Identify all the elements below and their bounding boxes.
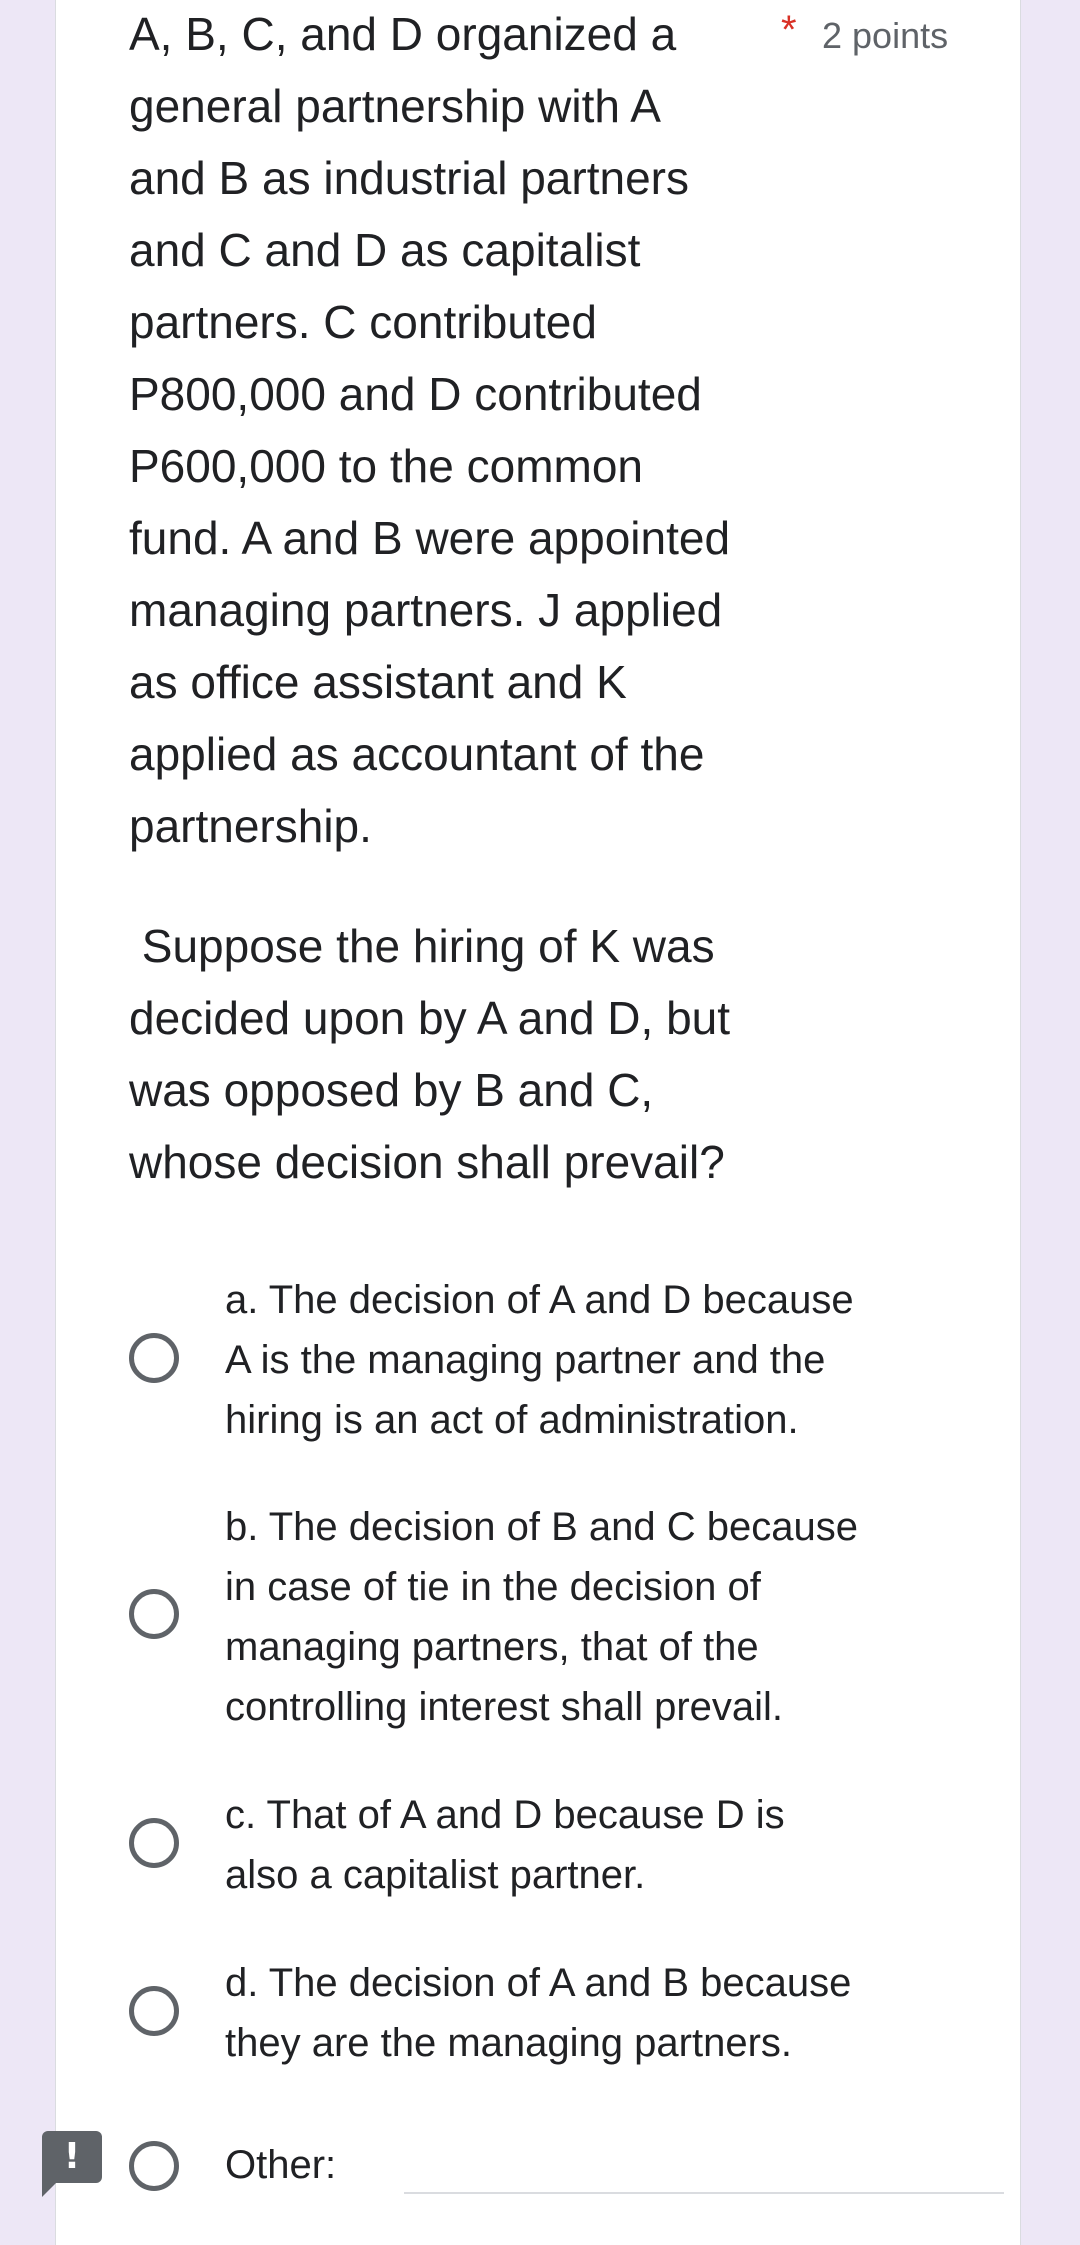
option-d-label: d. The decision of A and B because they …	[225, 1961, 852, 2065]
feedback-alert-icon[interactable]: !	[42, 2131, 102, 2197]
exclamation-icon: !	[63, 2136, 81, 2177]
option-other-label: Other:	[225, 2143, 337, 2187]
option-a-label: a. The decision of A and D because A is …	[225, 1278, 854, 1442]
radio-button-a[interactable]	[129, 1333, 179, 1383]
option-other[interactable]: Other:	[129, 2131, 949, 2211]
option-b[interactable]: b. The decision of B and C because in ca…	[129, 1497, 949, 1737]
radio-button-b[interactable]	[129, 1589, 179, 1639]
option-a[interactable]: a. The decision of A and D because A is …	[129, 1270, 949, 1450]
question-text-prompt: Suppose the hiring of K was decided upon…	[129, 920, 731, 1188]
other-text-input[interactable]	[404, 2192, 1004, 2194]
option-c-label: c. That of A and D because D is also a c…	[225, 1793, 785, 1897]
option-d[interactable]: d. The decision of A and B because they …	[129, 1953, 949, 2073]
required-asterisk: *	[781, 8, 797, 52]
radio-button-other[interactable]	[129, 2141, 179, 2191]
option-b-label: b. The decision of B and C because in ca…	[225, 1505, 859, 1729]
points-label: 2 points	[822, 15, 949, 56]
question-text: A, B, C, and D organized a general partn…	[129, 8, 731, 852]
radio-button-c[interactable]	[129, 1818, 179, 1868]
radio-button-d[interactable]	[129, 1986, 179, 2036]
option-c[interactable]: c. That of A and D because D is also a c…	[129, 1785, 949, 1905]
